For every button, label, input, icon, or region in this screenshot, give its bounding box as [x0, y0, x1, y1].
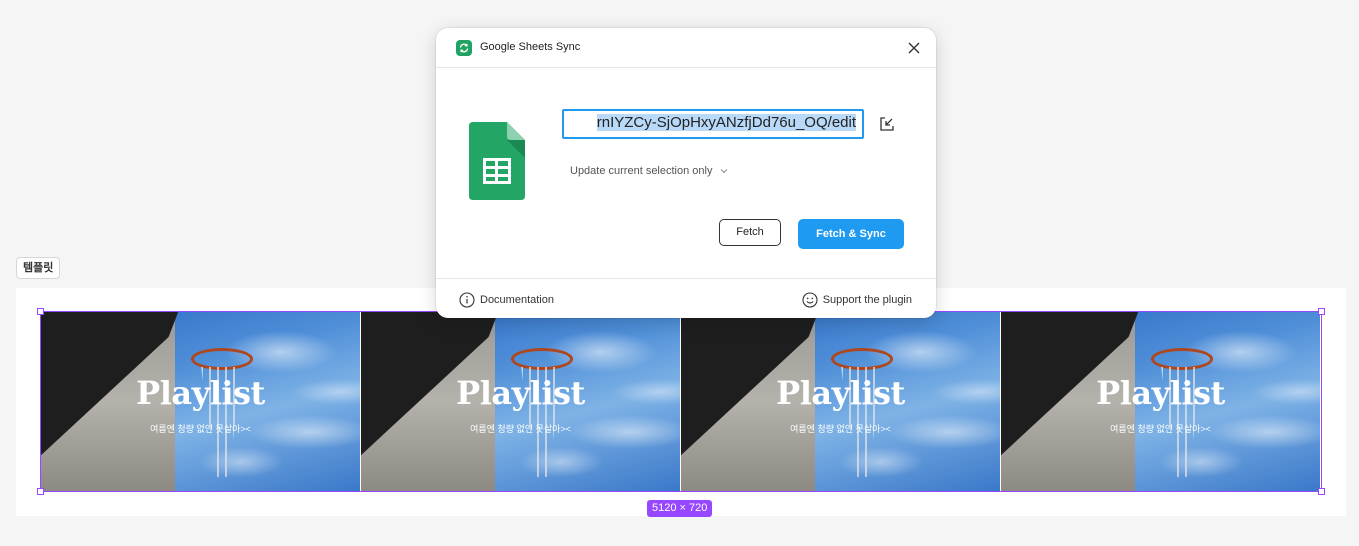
resize-handle-bottom-left[interactable]: [37, 488, 44, 495]
sync-mode-select[interactable]: Update current selection only: [570, 165, 728, 177]
smile-icon: [802, 292, 818, 308]
sync-mode-label: Update current selection only: [570, 165, 713, 177]
support-label: Support the plugin: [822, 293, 912, 306]
dialog-header: Google Sheets Sync: [436, 28, 936, 68]
dialog-title: Google Sheets Sync: [480, 41, 581, 53]
chevron-down-icon: [720, 165, 728, 177]
documentation-label: Documentation: [480, 293, 554, 306]
frame-label[interactable]: 템플릿: [16, 257, 61, 279]
support-plugin-link[interactable]: Support the plugin: [802, 292, 912, 308]
sheet-url-input[interactable]: rnIYZCy-SjOpHxyANzfjDd76u_OQ/edit: [562, 109, 864, 139]
selection-box[interactable]: [40, 311, 1322, 492]
documentation-link[interactable]: Documentation: [459, 292, 554, 308]
fetch-button[interactable]: Fetch: [719, 219, 781, 246]
open-external-icon[interactable]: [878, 115, 896, 133]
plugin-dialog: Google Sheets Sync rnIYZCy-SjOpHxyANzfjD…: [436, 28, 936, 318]
resize-handle-bottom-right[interactable]: [1318, 488, 1325, 495]
dialog-footer: Documentation Support the plugin: [436, 278, 936, 318]
resize-handle-top-right[interactable]: [1318, 308, 1325, 315]
resize-handle-top-left[interactable]: [37, 308, 44, 315]
fetch-and-sync-button[interactable]: Fetch & Sync: [798, 219, 904, 249]
size-badge: 5120 × 720: [647, 500, 713, 517]
close-icon[interactable]: [904, 38, 924, 58]
sync-icon: [456, 40, 472, 56]
google-sheets-logo: [469, 122, 525, 205]
info-icon: [459, 292, 475, 308]
sheet-url-value: rnIYZCy-SjOpHxyANzfjDd76u_OQ/edit: [596, 114, 856, 131]
